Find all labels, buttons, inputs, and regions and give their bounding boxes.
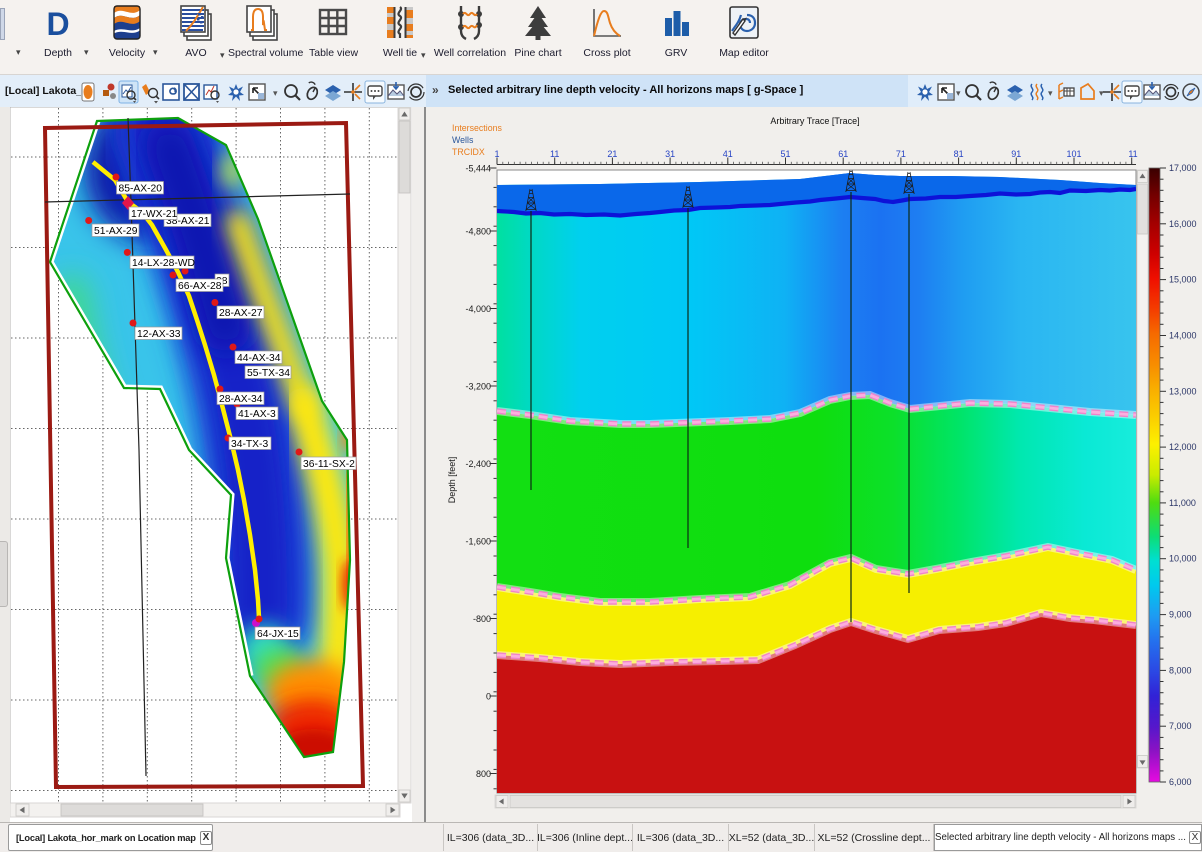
svg-text:9,000: 9,000	[1169, 610, 1192, 620]
svg-text:12-AX-33: 12-AX-33	[137, 329, 181, 340]
svg-text:13,000: 13,000	[1169, 386, 1197, 396]
svg-text:51-AX-29: 51-AX-29	[94, 226, 138, 237]
svg-text:11,000: 11,000	[1169, 498, 1196, 508]
svg-text:12,000: 12,000	[1169, 442, 1197, 452]
svg-text:-4,800: -4,800	[465, 227, 491, 237]
svg-text:D: D	[46, 6, 69, 41]
svg-text:14,000: 14,000	[1169, 331, 1197, 341]
svg-text:Wells: Wells	[452, 135, 474, 145]
svg-text:▾: ▾	[273, 88, 278, 98]
svg-text:▾: ▾	[1099, 88, 1104, 98]
svg-text:-800: -800	[473, 614, 491, 624]
svg-text:28-AX-34: 28-AX-34	[219, 394, 263, 405]
svg-text:36-11-SX-2: 36-11-SX-2	[303, 459, 355, 470]
svg-text:Intersections: Intersections	[452, 123, 502, 133]
svg-text:Arbitrary Trace [Trace]: Arbitrary Trace [Trace]	[770, 116, 859, 126]
svg-text:28-AX-27: 28-AX-27	[219, 308, 263, 319]
svg-text:14-LX-28-WD: 14-LX-28-WD	[132, 258, 195, 269]
svg-text:17,000: 17,000	[1169, 163, 1197, 173]
svg-text:15,000: 15,000	[1169, 275, 1197, 285]
svg-text:-1,600: -1,600	[465, 537, 491, 547]
svg-text:85-AX-20: 85-AX-20	[119, 184, 163, 195]
svg-text:▾: ▾	[956, 88, 961, 98]
svg-text:-4,000: -4,000	[465, 304, 491, 314]
svg-text:-2,400: -2,400	[465, 459, 491, 469]
svg-text:41-AX-3: 41-AX-3	[238, 409, 276, 420]
svg-text:64-JX-15: 64-JX-15	[257, 629, 299, 640]
svg-text:44-AX-34: 44-AX-34	[237, 353, 281, 364]
svg-text:55-TX-34: 55-TX-34	[247, 368, 290, 379]
svg-text:66-AX-28: 66-AX-28	[178, 281, 222, 292]
svg-text:-3,200: -3,200	[465, 382, 491, 392]
svg-text:Depth [feet]: Depth [feet]	[447, 457, 457, 504]
svg-text:800: 800	[476, 769, 491, 779]
svg-text:17-WX-21: 17-WX-21	[131, 209, 178, 220]
svg-text:6,000: 6,000	[1169, 777, 1192, 787]
svg-text:16,000: 16,000	[1169, 219, 1197, 229]
svg-text:11: 11	[1128, 149, 1137, 159]
svg-text:TRCIDX: TRCIDX	[452, 147, 485, 157]
svg-text:▾: ▾	[1048, 88, 1053, 98]
svg-text:8,000: 8,000	[1169, 665, 1192, 675]
svg-text:10,000: 10,000	[1169, 554, 1197, 564]
svg-text:-5,444: -5,444	[465, 164, 491, 174]
svg-text:7,000: 7,000	[1169, 721, 1192, 731]
svg-text:34-TX-3: 34-TX-3	[231, 439, 268, 450]
